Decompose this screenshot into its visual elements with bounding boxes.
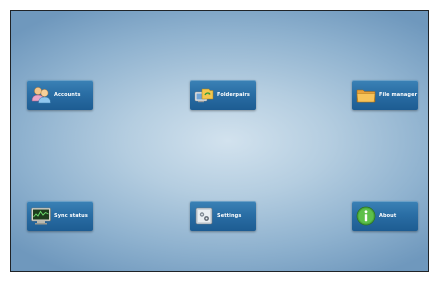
- settings-icon: [195, 207, 213, 225]
- settings-label: Settings: [217, 213, 242, 219]
- people-icon: [31, 87, 51, 104]
- folder-icon: [356, 89, 376, 103]
- accounts-label: Accounts: [54, 92, 81, 98]
- accounts-button[interactable]: Accounts: [27, 80, 93, 110]
- folderpairs-label: Folderpairs: [217, 92, 251, 98]
- file-manager-button[interactable]: File manager: [352, 80, 418, 110]
- monitor-chart-icon: [31, 207, 51, 225]
- sync-status-button[interactable]: Sync status: [27, 201, 93, 231]
- folderpairs-button[interactable]: Folderpairs: [190, 80, 256, 110]
- about-button[interactable]: About: [352, 201, 418, 231]
- settings-button[interactable]: Settings: [190, 201, 256, 231]
- device-frame: Accounts Folderpairs File manager Sync s…: [10, 10, 429, 272]
- sync-status-label: Sync status: [54, 213, 88, 219]
- info-icon: [356, 206, 376, 226]
- home-screen: Accounts Folderpairs File manager Sync s…: [11, 11, 428, 271]
- folder-sync-icon: [194, 88, 214, 103]
- about-label: About: [379, 213, 397, 219]
- file-manager-label: File manager: [379, 92, 418, 98]
